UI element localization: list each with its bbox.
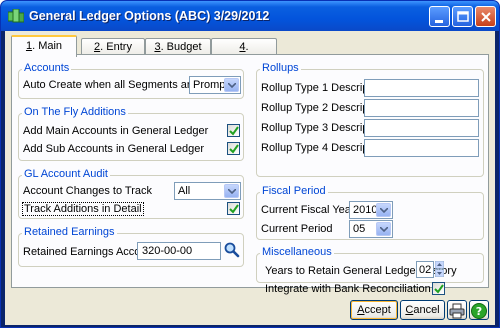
search-icon[interactable] [223,241,243,261]
checkmark-icon [229,126,239,136]
rollups-group: Rollups Rollup Type 1 Description Rollup… [256,62,484,177]
current-period-label: Current Period [261,223,333,235]
close-button[interactable] [475,6,496,27]
main-tab-panel: Accounts Auto Create when all Segments a… [11,54,489,288]
gl-account-audit-group-title: GL Account Audit [22,168,110,180]
integrate-bank-rec-label: Integrate with Bank Reconciliation [265,283,431,295]
current-fiscal-year-value: 2010 [353,204,378,216]
current-period-value: 05 [353,223,366,235]
tab-main-label: . Main [32,40,63,52]
options-window: General Ledger Options (ABC) 3/29/2012 1… [0,0,500,328]
rollup-type-2-input[interactable] [364,99,479,117]
track-additions-label: Track Additions in Detail [22,202,144,216]
accept-button[interactable]: Accept [350,300,398,320]
app-icon [7,8,25,23]
add-sub-accounts-checkbox[interactable] [227,142,240,155]
retained-earnings-account-value: 320-00-00 [142,245,193,257]
tab-budget-label: . Budget [160,41,202,53]
cancel-label: ancel [413,304,440,316]
rollup-type-4-input[interactable] [364,139,479,157]
auto-create-select[interactable]: Prompt [189,76,241,94]
account-changes-select[interactable]: All [174,182,241,200]
spin-buttons-icon[interactable] [434,260,445,278]
accept-mnemonic: A [357,304,365,316]
checkmark-icon [434,284,444,294]
track-additions-checkbox[interactable] [227,202,240,215]
chevron-down-icon[interactable] [224,78,239,92]
tab-entry-label: . Entry [100,41,132,53]
retained-earnings-group: Retained Earnings Retained Earnings Acco… [18,226,244,267]
years-retain-history-input[interactable]: 02 [416,261,434,278]
current-period-select[interactable]: 05 [349,220,393,238]
chevron-down-icon[interactable] [376,203,391,217]
accounts-group-title: Accounts [22,62,72,74]
svg-text:?: ? [476,305,482,318]
account-changes-label: Account Changes to Track [23,185,153,197]
window-body: 1. Main 2. Entry 3. Budget 4. Terminolog… [5,31,495,325]
close-icon [481,12,491,22]
current-fiscal-year-select[interactable]: 2010 [349,201,393,219]
checkmark-icon [229,204,239,214]
current-fiscal-year-label: Current Fiscal Year [261,204,355,216]
on-the-fly-group: On The Fly Additions Add Main Accounts i… [18,106,244,161]
window-title: General Ledger Options (ABC) 3/29/2012 [29,9,270,23]
accept-label: ccept [364,304,391,316]
retained-earnings-account-label: Retained Earnings Account [23,246,156,258]
cancel-button[interactable]: Cancel [400,300,445,320]
account-changes-value: All [178,185,191,197]
chevron-down-icon[interactable] [224,184,239,198]
chevron-down-icon[interactable] [376,222,391,236]
fiscal-period-group: Fiscal Period Current Fiscal Year 2010 C… [256,185,484,240]
rollups-group-title: Rollups [260,62,301,74]
help-button[interactable]: ? [469,300,489,320]
retained-earnings-account-input[interactable]: 320-00-00 [137,242,221,260]
add-sub-accounts-label: Add Sub Accounts in General Ledger [23,143,205,155]
maximize-icon [457,11,469,22]
add-main-accounts-label: Add Main Accounts in General Ledger [23,125,209,137]
minimize-icon [435,20,443,23]
title-bar[interactable]: General Ledger Options (ABC) 3/29/2012 [1,1,499,31]
printer-icon [449,303,465,319]
fiscal-period-group-title: Fiscal Period [260,185,328,197]
rollup-type-1-input[interactable] [364,79,479,97]
maximize-button[interactable] [452,6,473,27]
print-button[interactable] [447,300,467,320]
help-icon: ? [471,303,487,319]
minimize-button[interactable] [429,6,450,27]
accounts-group: Accounts Auto Create when all Segments a… [18,62,244,99]
checkmark-icon [229,144,239,154]
add-main-accounts-checkbox[interactable] [227,124,240,137]
gl-account-audit-group: GL Account Audit Account Changes to Trac… [18,168,244,219]
tab-main[interactable]: 1. Main [11,35,77,57]
years-retain-history-value: 02 [419,264,432,276]
on-the-fly-group-title: On The Fly Additions [22,106,128,118]
integrate-bank-rec-checkbox[interactable] [432,282,445,295]
rollup-type-3-input[interactable] [364,119,479,137]
miscellaneous-group-title: Miscellaneous [260,246,334,258]
retained-earnings-group-title: Retained Earnings [22,226,117,238]
